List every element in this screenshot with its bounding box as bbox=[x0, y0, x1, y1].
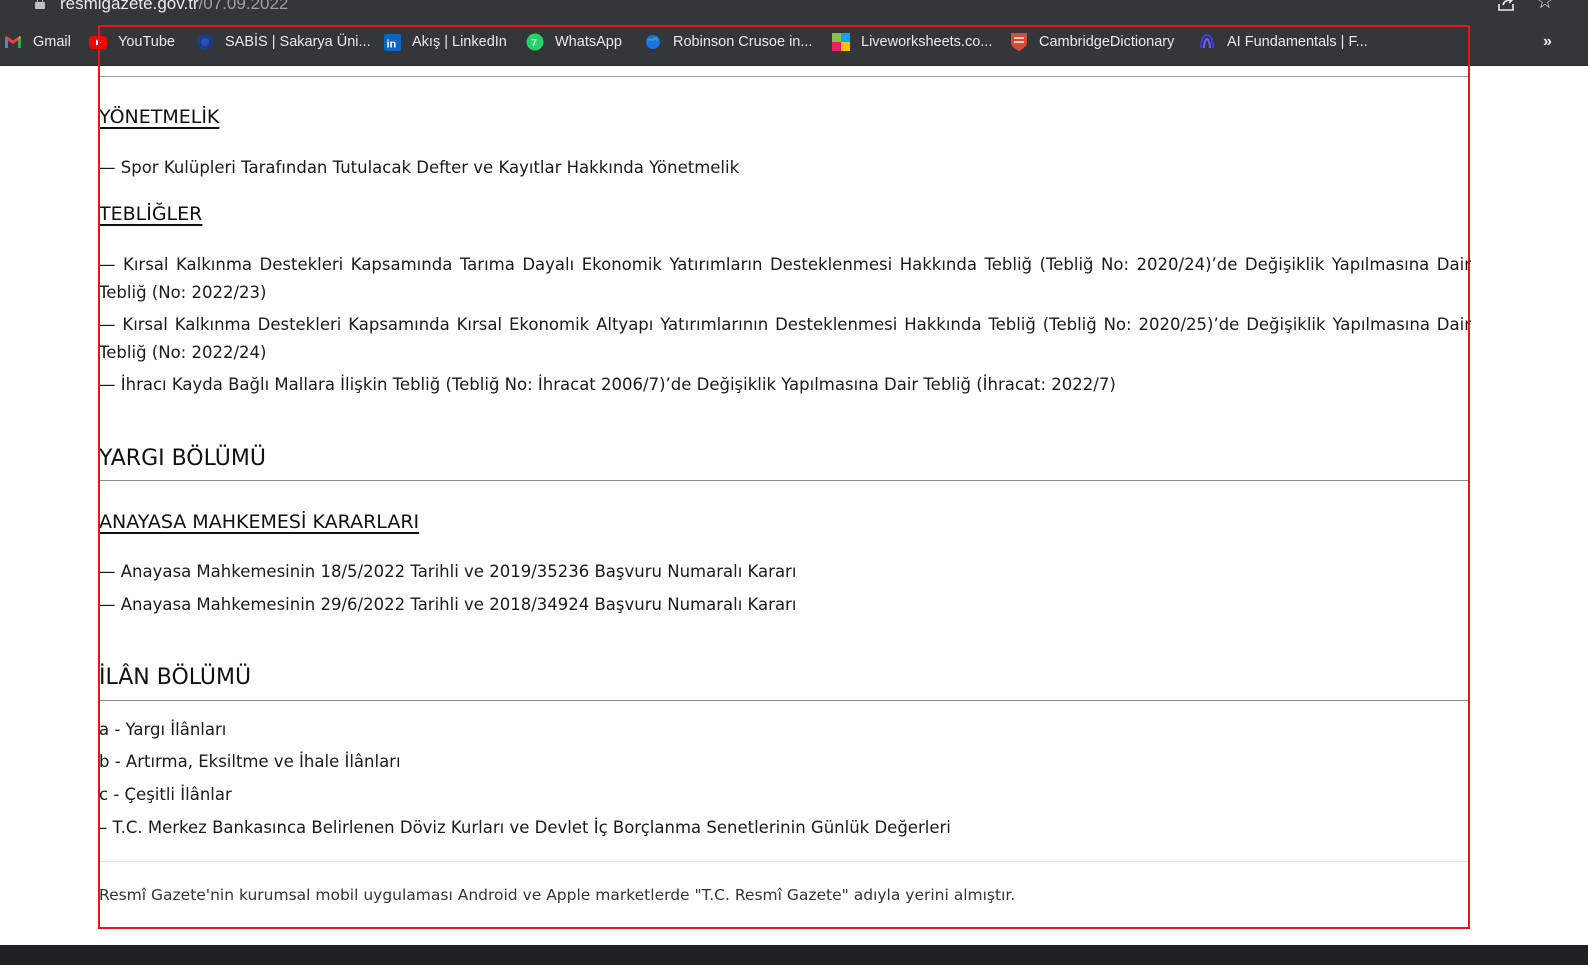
divider bbox=[99, 861, 1469, 862]
bookmark-cambridge[interactable]: CambridgeDictionary bbox=[1010, 32, 1174, 52]
bookmark-linkedin[interactable]: in Akış | LinkedIn bbox=[383, 32, 507, 52]
linkedin-icon: in bbox=[383, 33, 401, 51]
gazette-link[interactable]: b - Artırma, Eksiltme ve İhale İlânları bbox=[99, 748, 401, 776]
bookmark-label: CambridgeDictionary bbox=[1039, 34, 1175, 50]
section-heading-teblig: TEBLİĞLER bbox=[99, 203, 203, 225]
bookmark-label: Gmail bbox=[33, 34, 71, 50]
divider bbox=[99, 76, 1469, 77]
lock-icon[interactable] bbox=[35, 0, 45, 10]
gazette-link[interactable]: – T.C. Merkez Bankasınca Belirlenen Dövi… bbox=[99, 814, 951, 842]
url-text[interactable]: resmigazete.gov.tr/07.09.2022 bbox=[60, 0, 288, 14]
bookmark-star-icon[interactable]: ☆ bbox=[1536, 0, 1554, 12]
share-icon[interactable] bbox=[1497, 0, 1517, 12]
gazette-link[interactable]: a - Yargı İlânları bbox=[99, 716, 226, 744]
youtube-icon bbox=[89, 33, 107, 51]
bookmark-label: SABİS | Sakarya Üni... bbox=[225, 34, 371, 50]
taskbar-edge bbox=[0, 945, 1588, 965]
sabis-icon bbox=[196, 33, 214, 51]
gazette-link[interactable]: c - Çeşitli İlânlar bbox=[99, 781, 232, 809]
bookmark-gmail[interactable]: Gmail bbox=[4, 32, 71, 52]
bookmark-whatsapp[interactable]: 7 WhatsApp bbox=[526, 32, 622, 52]
bookmark-label: AI Fundamentals | F... bbox=[1227, 34, 1368, 50]
more-bookmarks-icon[interactable]: » bbox=[1543, 33, 1552, 51]
gazette-link[interactable]: — Anayasa Mahkemesinin 18/5/2022 Tarihli… bbox=[99, 558, 796, 586]
bookmark-label: WhatsApp bbox=[555, 34, 622, 50]
url-path: /07.09.2022 bbox=[198, 0, 289, 13]
gazette-link[interactable]: — Anayasa Mahkemesinin 29/6/2022 Tarihli… bbox=[99, 591, 796, 619]
bookmark-sabis[interactable]: SABİS | Sakarya Üni... bbox=[196, 32, 371, 52]
section-heading-ilan: İLÂN BÖLÜMÜ bbox=[99, 665, 252, 690]
bookmark-label: Akış | LinkedIn bbox=[412, 34, 507, 50]
divider bbox=[99, 480, 1469, 481]
gmail-icon bbox=[4, 33, 22, 51]
gazette-link[interactable]: — Kırsal Kalkınma Destekleri Kapsamında … bbox=[99, 311, 1471, 367]
bookmark-label: Liveworksheets.co... bbox=[861, 34, 993, 50]
gazette-link[interactable]: — Kırsal Kalkınma Destekleri Kapsamında … bbox=[99, 251, 1471, 307]
divider bbox=[99, 700, 1469, 701]
svg-text:in: in bbox=[386, 38, 396, 50]
bookmark-ai-fundamentals[interactable]: AI Fundamentals | F... bbox=[1198, 32, 1368, 52]
whatsapp-icon: 7 bbox=[526, 33, 544, 51]
bookmarks-bar: Gmail YouTube SABİS | Sakarya Üni... in … bbox=[0, 18, 1588, 66]
bookmark-label: YouTube bbox=[118, 34, 175, 50]
bookmark-label: Robinson Crusoe in... bbox=[673, 34, 813, 50]
bookmark-robinson-crusoe[interactable]: Robinson Crusoe in... bbox=[644, 32, 812, 52]
liveworksheets-icon bbox=[832, 33, 850, 51]
gazette-link[interactable]: — İhracı Kayda Bağlı Mallara İlişkin Teb… bbox=[99, 371, 1116, 399]
url-host: resmigazete.gov.tr bbox=[60, 0, 199, 13]
svg-text:7: 7 bbox=[531, 38, 537, 49]
globe-icon bbox=[644, 33, 662, 51]
section-heading-anayasa: ANAYASA MAHKEMESİ KARARLARI bbox=[99, 511, 420, 533]
section-heading-yargi: YARGI BÖLÜMÜ bbox=[99, 446, 266, 471]
bookmark-youtube[interactable]: YouTube bbox=[89, 32, 175, 52]
address-bar[interactable]: resmigazete.gov.tr/07.09.2022 ☆ bbox=[0, 0, 1588, 18]
cambridge-icon bbox=[1010, 33, 1028, 51]
section-heading-yonetmelik: YÖNETMELİK bbox=[99, 106, 220, 128]
bookmark-liveworksheets[interactable]: Liveworksheets.co... bbox=[832, 32, 992, 52]
gazette-link[interactable]: — Spor Kulüpleri Tarafından Tutulacak De… bbox=[99, 154, 739, 182]
ai-fundamentals-icon bbox=[1198, 33, 1216, 51]
mobile-app-note: Resmî Gazete'nin kurumsal mobil uygulama… bbox=[99, 886, 1016, 904]
